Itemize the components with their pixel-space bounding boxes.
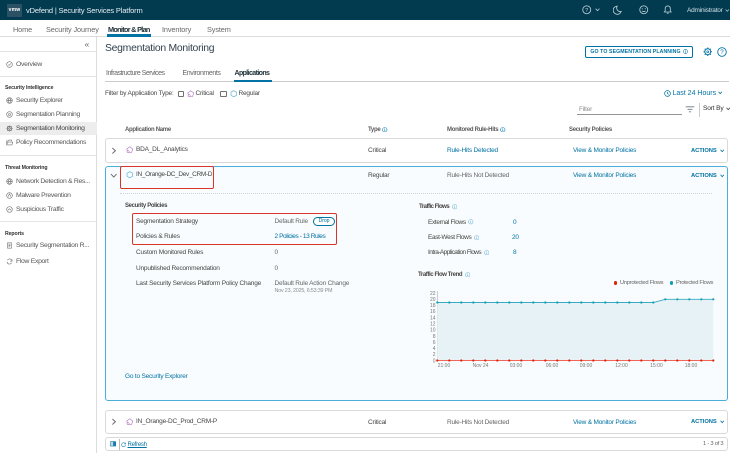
- svg-text:20: 20: [430, 297, 436, 303]
- svg-text:18:00: 18:00: [685, 363, 698, 369]
- svg-text:12:00: 12:00: [615, 363, 628, 369]
- svg-text:?: ?: [585, 8, 588, 14]
- svg-text:21:00: 21:00: [438, 363, 451, 369]
- svg-text:6: 6: [433, 340, 436, 346]
- svg-text:0: 0: [433, 358, 436, 364]
- svg-text:Nov 24: Nov 24: [473, 363, 489, 369]
- svg-text:10: 10: [430, 328, 436, 334]
- svg-text:8: 8: [433, 334, 436, 340]
- svg-text:09:00: 09:00: [580, 363, 593, 369]
- svg-text:22: 22: [430, 291, 436, 297]
- svg-text:15:00: 15:00: [650, 363, 663, 369]
- svg-text:03:00: 03:00: [510, 363, 523, 369]
- svg-text:06:00: 06:00: [546, 363, 559, 369]
- svg-text:18: 18: [430, 303, 436, 309]
- svg-text:12: 12: [430, 322, 436, 328]
- svg-text:2: 2: [433, 352, 436, 358]
- svg-text:4: 4: [433, 346, 436, 352]
- svg-text:14: 14: [430, 315, 436, 321]
- svg-text:?: ?: [720, 49, 724, 56]
- svg-text:16: 16: [430, 309, 436, 315]
